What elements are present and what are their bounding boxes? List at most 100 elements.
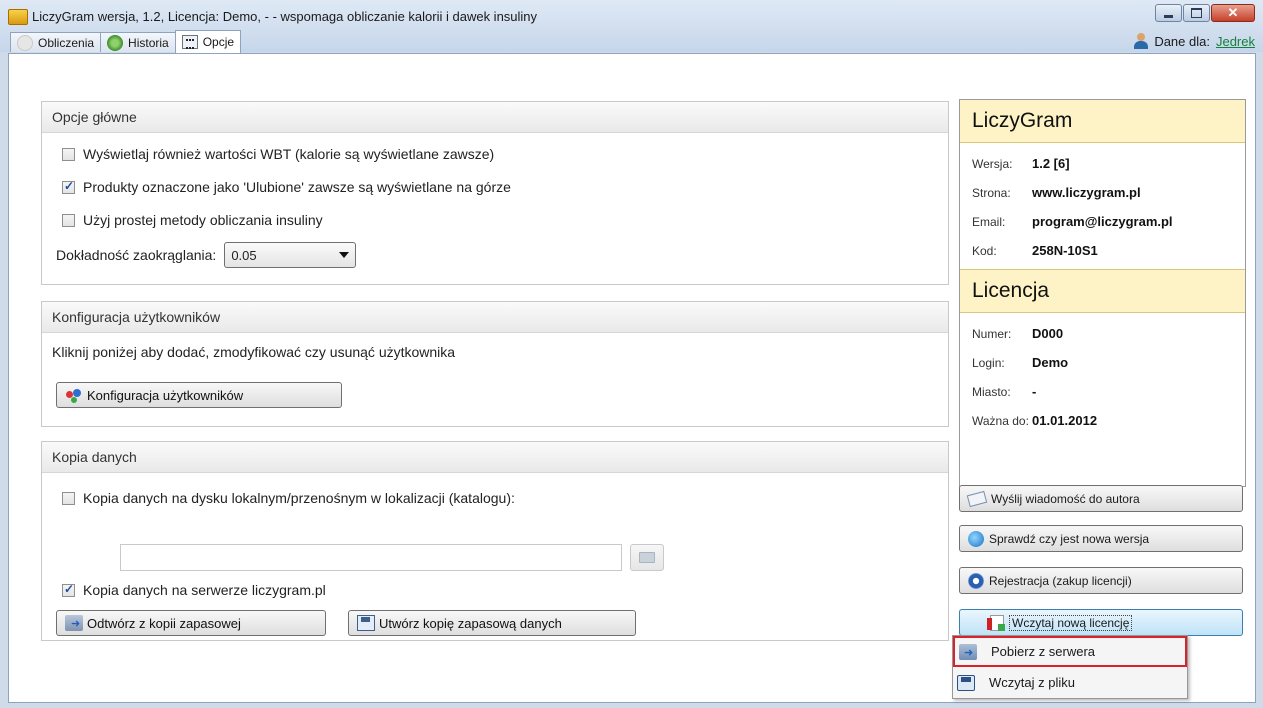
site-value: www.liczygram.pl	[1032, 185, 1141, 200]
code-key: Kod:	[972, 243, 997, 258]
main-options-title: Opcje główne	[42, 102, 948, 133]
menu-item-from-file[interactable]: Wczytaj z pliku	[953, 667, 1187, 698]
tab-label: Opcje	[202, 35, 235, 49]
save-icon	[357, 615, 375, 631]
rounding-value: 0.05	[231, 247, 257, 263]
code-value: 258N-10S1	[1032, 243, 1098, 258]
check-version-button[interactable]: Sprawdź czy jest nowa wersja	[959, 525, 1243, 552]
backup-local-row: Kopia danych na dysku lokalnym/przenośny…	[62, 490, 515, 506]
city-value: -	[1032, 384, 1037, 399]
login-key: Login:	[972, 355, 1005, 370]
backup-group: Kopia danych Kopia danych na dysku lokal…	[41, 441, 949, 641]
users-config-desc-text: Kliknij poniżej aby dodać, zmodyfikować …	[52, 344, 456, 360]
calculator-icon	[17, 34, 33, 51]
restore-backup-button[interactable]: Odtwórz z kopii zapasowej	[56, 610, 326, 636]
backup-path-input[interactable]	[120, 544, 622, 571]
users-config-button-label: Konfiguracja użytkowników	[87, 387, 244, 403]
registration-icon	[968, 572, 984, 589]
login-row: Login: Demo	[960, 348, 1245, 377]
send-message-button[interactable]: Wyślij wiadomość do autora	[959, 485, 1243, 512]
load-license-label: Wczytaj nową licencję	[1009, 614, 1133, 631]
code-row: Kod: 258N-10S1	[960, 236, 1245, 265]
number-key: Numer:	[972, 326, 1012, 341]
valid-row: Ważna do: 01.01.2012	[960, 406, 1245, 435]
window-controls: ✕	[1154, 4, 1255, 22]
opt-wbt-row: Wyświetlaj również wartości WBT (kalorie…	[62, 146, 494, 162]
restore-backup-label: Odtwórz z kopii zapasowej	[87, 615, 241, 631]
site-key: Strona:	[972, 185, 1011, 200]
opt-fav-row: Produkty oznaczone jako 'Ulubione' zawsz…	[62, 179, 511, 195]
browse-folder-button[interactable]	[630, 544, 664, 571]
user-label: Dane dla:	[1154, 33, 1210, 49]
tab-label: Historia	[128, 35, 169, 50]
load-license-button[interactable]: Wczytaj nową licencję	[959, 609, 1243, 636]
user-icon	[1134, 33, 1149, 49]
backup-local-checkbox[interactable]	[62, 491, 75, 505]
close-icon: ✕	[1227, 5, 1239, 20]
opt-fav-checkbox[interactable]	[62, 179, 75, 194]
users-config-button[interactable]: Konfiguracja użytkowników	[56, 382, 342, 408]
valid-key: Ważna do:	[972, 413, 1029, 428]
info-panel: LiczyGram Wersja: 1.2 [6] Strona: www.li…	[959, 99, 1246, 487]
menu-item-from-server[interactable]: Pobierz z serwera	[953, 636, 1187, 667]
download-icon	[959, 643, 977, 660]
mail-icon	[966, 490, 988, 507]
register-button[interactable]: Rejestracja (zakup licencji)	[959, 567, 1243, 594]
user-area: Dane dla: Jedrek	[1134, 33, 1255, 49]
create-backup-label: Utwórz kopię zapasową danych	[379, 615, 562, 631]
window-title: LiczyGram wersja, 1.2, Licencja: Demo, -…	[32, 9, 538, 24]
backup-server-row: Kopia danych na serwerze liczygram.pl	[62, 582, 326, 598]
check-version-label: Sprawdź czy jest nowa wersja	[989, 531, 1150, 546]
email-row: Email: program@liczygram.pl	[960, 207, 1245, 236]
maximize-button[interactable]	[1183, 4, 1210, 22]
version-row: Wersja: 1.2 [6]	[960, 149, 1245, 178]
email-value: program@liczygram.pl	[1032, 214, 1173, 229]
rounding-select[interactable]: 0.05	[224, 242, 357, 268]
backup-server-checkbox[interactable]	[62, 582, 75, 597]
send-message-label: Wyślij wiadomość do autora	[991, 491, 1140, 506]
users-config-group: Konfiguracja użytkowników Kliknij poniże…	[41, 301, 949, 427]
users-config-title: Konfiguracja użytkowników	[42, 302, 948, 333]
rounding-label: Dokładność zaokrąglania:	[56, 247, 217, 263]
tab-strip: Obliczenia Historia Opcje	[10, 30, 242, 53]
users-config-desc: Kliknij poniżej aby dodać, zmodyfikować …	[52, 344, 455, 360]
rounding-row: Dokładność zaokrąglania: 0.05	[56, 242, 357, 268]
valid-value: 01.01.2012	[1032, 413, 1098, 428]
email-key: Email:	[972, 214, 1006, 229]
users-config-icon	[65, 387, 83, 403]
license-title: Licencja	[960, 269, 1245, 313]
options-panel: Opcje główne Wyświetlaj również wartości…	[8, 53, 1256, 703]
opt-wbt-label: Wyświetlaj również wartości WBT (kalorie…	[83, 146, 495, 162]
opt-simple-checkbox[interactable]	[62, 213, 75, 227]
folder-icon	[639, 552, 655, 563]
register-label: Rejestracja (zakup licencji)	[989, 573, 1132, 588]
backup-server-label: Kopia danych na serwerze liczygram.pl	[83, 582, 326, 598]
close-button[interactable]: ✕	[1211, 4, 1255, 22]
tab-label: Obliczenia	[38, 35, 95, 50]
site-row: Strona: www.liczygram.pl	[960, 178, 1245, 207]
globe-icon	[968, 530, 984, 547]
load-license-menu: Pobierz z serwera Wczytaj z pliku	[952, 635, 1188, 699]
tab-obliczenia[interactable]: Obliczenia	[10, 32, 102, 52]
opt-wbt-checkbox[interactable]	[62, 147, 75, 161]
backup-local-label: Kopia danych na dysku lokalnym/przenośny…	[83, 490, 515, 506]
opt-fav-label: Produkty oznaczone jako 'Ulubione' zawsz…	[83, 179, 511, 195]
city-key: Miasto:	[972, 384, 1011, 399]
tab-historia[interactable]: Historia	[100, 32, 176, 52]
version-value: 1.2 [6]	[1032, 156, 1070, 171]
minimize-button[interactable]	[1155, 4, 1182, 22]
opt-simple-label: Użyj prostej metody obliczania insuliny	[83, 212, 323, 228]
history-icon	[107, 34, 124, 51]
menu-item-label: Wczytaj z pliku	[989, 675, 1075, 690]
app-info-title: LiczyGram	[960, 100, 1245, 143]
minimize-icon	[1164, 14, 1173, 18]
create-backup-button[interactable]: Utwórz kopię zapasową danych	[348, 610, 636, 636]
opt-simple-row: Użyj prostej metody obliczania insuliny	[62, 212, 323, 228]
menu-item-label: Pobierz z serwera	[991, 644, 1096, 659]
user-link[interactable]: Jedrek	[1216, 34, 1255, 49]
options-icon	[181, 35, 198, 49]
chevron-down-icon	[339, 252, 350, 258]
main-options-group: Opcje główne Wyświetlaj również wartości…	[41, 101, 949, 285]
number-row: Numer: D000	[960, 319, 1245, 348]
tab-opcje[interactable]: Opcje	[174, 30, 242, 53]
